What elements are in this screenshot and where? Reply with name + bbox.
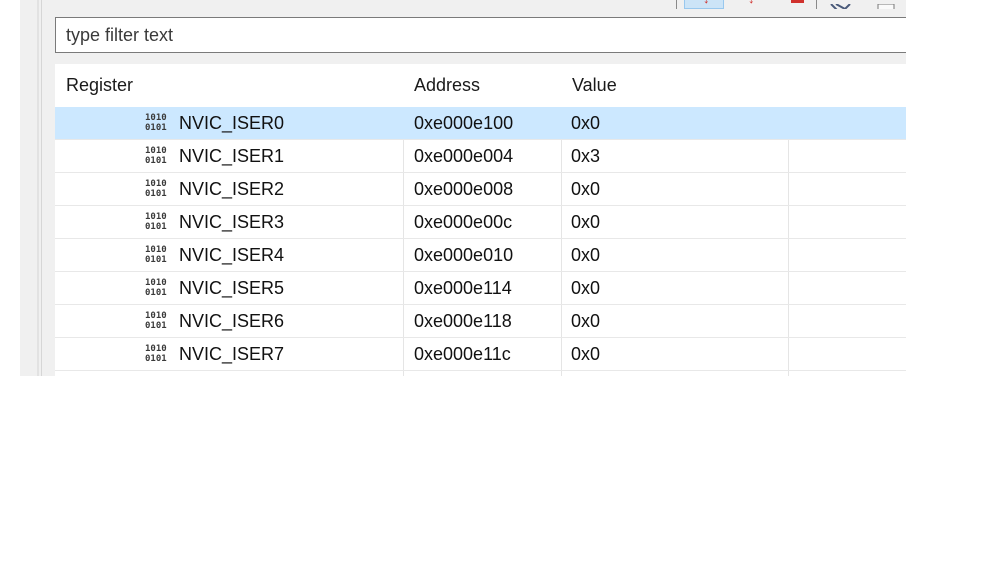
address-cell: 0xe000e00c <box>414 212 513 232</box>
table-row[interactable]: 1010 0101 NVIC_ISER4 0xe000e010 0x0 <box>55 239 906 272</box>
register-cell: 1010 0101 NVIC_ISER5 <box>145 272 284 304</box>
register-table: Register Address Value 1010 0101 NVIC_IS… <box>55 64 906 376</box>
register-cell: 1010 0101 NVIC_ISER4 <box>145 239 284 271</box>
register-cell: 1010 0101 NVIC_ISER0 <box>145 107 284 139</box>
value-cell: 0x0 <box>571 344 601 364</box>
toolbar-button-2[interactable]: ↕ <box>742 0 764 9</box>
binary-register-icon: 1010 0101 <box>145 112 173 132</box>
address-cell: 0xe000e010 <box>414 245 514 265</box>
register-name: NVIC_ISER4 <box>179 245 285 265</box>
table-row-partial[interactable]: 1010 <box>55 371 906 376</box>
address-cell: 0xe000e11c <box>414 344 511 364</box>
table-row[interactable]: 1010 0101 NVIC_ISER6 0xe000e118 0x0 <box>55 305 906 338</box>
address-cell: 0xe000e100 <box>414 113 514 133</box>
svg-text:1010: 1010 <box>145 212 167 222</box>
svg-text:1010: 1010 <box>145 311 167 321</box>
panel-toolbar: ↕ ↕ ▬ <box>20 0 906 17</box>
register-name: NVIC_ISER2 <box>179 179 285 199</box>
svg-text:0101: 0101 <box>145 255 167 264</box>
register-name: NVIC_ISER0 <box>179 113 285 133</box>
column-header-value[interactable]: Value <box>561 64 788 107</box>
value-cell: 0x0 <box>571 245 601 265</box>
register-cell: 1010 0101 NVIC_ISER2 <box>145 173 284 205</box>
toolbar-button-4[interactable] <box>828 0 854 9</box>
binary-register-icon: 1010 0101 <box>145 145 173 165</box>
address-cell: 0xe000e114 <box>414 278 512 298</box>
svg-text:0101: 0101 <box>145 123 167 132</box>
svg-text:0101: 0101 <box>145 288 167 297</box>
value-cell: 0x0 <box>571 311 601 331</box>
svg-text:1010: 1010 <box>145 344 167 354</box>
svg-text:1010: 1010 <box>145 278 167 288</box>
panel-left-edge <box>37 0 39 376</box>
value-cell: 0x0 <box>571 212 601 232</box>
svg-text:1010: 1010 <box>145 113 167 123</box>
svg-text:0101: 0101 <box>145 321 167 330</box>
hex-format-icon: ↕ <box>703 0 710 6</box>
red-arrow-icon: ↕ <box>748 0 755 6</box>
binary-register-icon: 1010 0101 <box>145 277 173 297</box>
register-cell: 1010 0101 NVIC_ISER3 <box>145 206 284 238</box>
register-name: NVIC_ISER3 <box>179 212 285 232</box>
value-cell: 0x0 <box>571 113 601 133</box>
register-cell: 1010 0101 NVIC_ISER7 <box>145 338 284 370</box>
toolbar-separator-2 <box>816 0 817 9</box>
register-name: NVIC_ISER1 <box>179 146 285 166</box>
register-name: NVIC_ISER5 <box>179 278 285 298</box>
svg-text:1010: 1010 <box>145 179 167 189</box>
red-marker-icon: ▬ <box>791 0 804 6</box>
svg-text:0101: 0101 <box>145 354 167 363</box>
table-row[interactable]: 1010 0101 NVIC_ISER5 0xe000e114 0x0 <box>55 272 906 305</box>
value-cell: 0x0 <box>571 179 601 199</box>
table-row[interactable]: 1010 0101 NVIC_ISER3 0xe000e00c 0x0 <box>55 206 906 239</box>
register-name: NVIC_ISER6 <box>179 311 285 331</box>
toolbar-button-3[interactable]: ▬ <box>785 0 807 9</box>
register-name: NVIC_ISER7 <box>179 344 285 364</box>
table-row[interactable]: 1010 0101 NVIC_ISER1 0xe000e004 0x3 <box>55 140 906 173</box>
svg-text:1010: 1010 <box>145 146 167 156</box>
table-body: 1010 0101 NVIC_ISER0 0xe000e100 0x0 1010… <box>55 107 906 376</box>
svg-text:1010: 1010 <box>145 245 167 255</box>
toolbar-toggle-button[interactable]: ↕ <box>684 0 724 9</box>
value-cell: 0x3 <box>571 146 601 166</box>
panel-left-edge-inner <box>41 0 42 376</box>
register-cell: 1010 0101 NVIC_ISER6 <box>145 305 284 337</box>
binary-register-icon: 1010 0101 <box>145 343 173 363</box>
binary-register-icon: 1010 0101 <box>145 211 173 231</box>
binary-register-icon: 1010 0101 <box>145 310 173 330</box>
filter-field[interactable] <box>55 17 906 53</box>
pin-icon <box>830 3 851 9</box>
binary-register-icon: 1010 0101 <box>145 244 173 264</box>
table-row[interactable]: 1010 0101 NVIC_ISER2 0xe000e008 0x0 <box>55 173 906 206</box>
toolbar-button-5[interactable] <box>876 0 898 9</box>
table-row[interactable]: 1010 0101 NVIC_ISER7 0xe000e11c 0x0 <box>55 338 906 371</box>
toolbar-separator <box>676 0 677 9</box>
binary-register-icon: 1010 0101 <box>145 178 173 198</box>
value-cell: 0x0 <box>571 278 601 298</box>
registers-panel: ↕ ↕ ▬ Register Address Value <box>20 0 906 376</box>
svg-text:0101: 0101 <box>145 189 167 198</box>
table-row[interactable]: 1010 0101 NVIC_ISER0 0xe000e100 0x0 <box>55 107 906 140</box>
column-header-address[interactable]: Address <box>403 64 561 107</box>
filter-input[interactable] <box>56 18 906 52</box>
svg-text:0101: 0101 <box>145 156 167 165</box>
column-header-register[interactable]: Register <box>55 64 403 107</box>
register-cell: 1010 <box>145 373 179 376</box>
svg-text:0101: 0101 <box>145 222 167 231</box>
address-cell: 0xe000e004 <box>414 146 514 166</box>
address-cell: 0xe000e008 <box>414 179 514 199</box>
register-cell: 1010 0101 NVIC_ISER1 <box>145 140 284 172</box>
address-cell: 0xe000e118 <box>414 311 512 331</box>
view-menu-icon <box>877 3 895 9</box>
table-header: Register Address Value <box>55 64 906 107</box>
